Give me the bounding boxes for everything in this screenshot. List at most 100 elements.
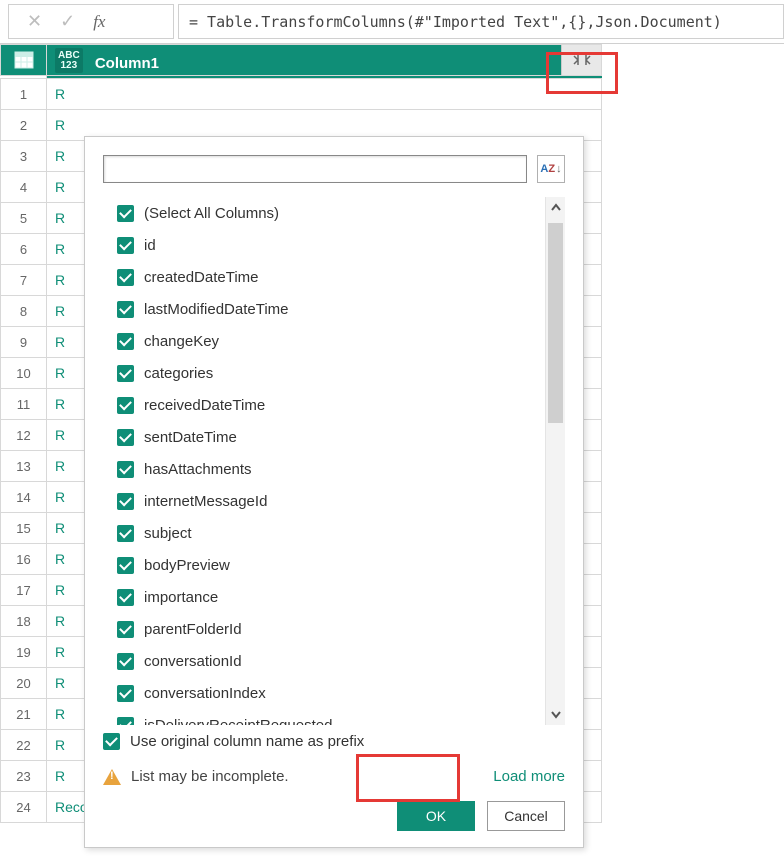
column-option[interactable]: isDeliveryReceiptRequested xyxy=(117,709,545,725)
row-number[interactable]: 3 xyxy=(1,141,47,172)
use-prefix-checkbox[interactable] xyxy=(103,733,120,750)
ok-button[interactable]: OK xyxy=(397,801,475,831)
column-option[interactable]: conversationIndex xyxy=(117,677,545,709)
column-option-checkbox[interactable] xyxy=(117,685,134,702)
scroll-thumb[interactable] xyxy=(548,223,563,423)
column-option[interactable]: lastModifiedDateTime xyxy=(117,293,545,325)
column-option-label: bodyPreview xyxy=(144,557,230,574)
column-option[interactable]: importance xyxy=(117,581,545,613)
warning-icon xyxy=(103,769,121,785)
column-option[interactable]: createdDateTime xyxy=(117,261,545,293)
column-option[interactable]: subject xyxy=(117,517,545,549)
column-option-label: hasAttachments xyxy=(144,461,252,478)
row-number[interactable]: 19 xyxy=(1,637,47,668)
column-option-label: importance xyxy=(144,589,218,606)
cancel-formula-icon[interactable]: ✕ xyxy=(27,11,42,32)
column-option-checkbox[interactable] xyxy=(117,493,134,510)
column-option-checkbox[interactable] xyxy=(117,333,134,350)
column-option[interactable]: receivedDateTime xyxy=(117,389,545,421)
column-option-checkbox[interactable] xyxy=(117,557,134,574)
column-option-label: receivedDateTime xyxy=(144,397,265,414)
column-option-label: sentDateTime xyxy=(144,429,237,446)
column-option-label: internetMessageId xyxy=(144,493,267,510)
row-number[interactable]: 17 xyxy=(1,575,47,606)
row-number[interactable]: 16 xyxy=(1,544,47,575)
row-number[interactable]: 4 xyxy=(1,172,47,203)
column-list[interactable]: (Select All Columns)id createdDateTime las… xyxy=(103,197,545,725)
column-option[interactable]: bodyPreview xyxy=(117,549,545,581)
row-number[interactable]: 23 xyxy=(1,761,47,792)
row-number[interactable]: 8 xyxy=(1,296,47,327)
column-option-checkbox[interactable] xyxy=(117,525,134,542)
column-option[interactable]: hasAttachments xyxy=(117,453,545,485)
cell-value[interactable]: R xyxy=(47,79,602,110)
warning-text: List may be incomplete. xyxy=(131,768,289,785)
load-more-link[interactable]: Load more xyxy=(493,768,565,785)
column-option-label: parentFolderId xyxy=(144,621,242,638)
column-option-checkbox[interactable] xyxy=(117,461,134,478)
column-option-label: conversationId xyxy=(144,653,242,670)
row-number[interactable]: 5 xyxy=(1,203,47,234)
column-option-label: changeKey xyxy=(144,333,219,350)
use-prefix-row: Use original column name as prefix xyxy=(103,733,565,750)
scroll-down-icon[interactable] xyxy=(546,703,565,725)
row-number[interactable]: 22 xyxy=(1,730,47,761)
column-option-label: categories xyxy=(144,365,213,382)
column-option-label: createdDateTime xyxy=(144,269,259,286)
column-option-checkbox[interactable] xyxy=(117,717,134,726)
row-number[interactable]: 2 xyxy=(1,110,47,141)
row-number[interactable]: 6 xyxy=(1,234,47,265)
column-option[interactable]: id xyxy=(117,229,545,261)
warning-row: List may be incomplete. Load more xyxy=(103,768,565,785)
data-grid: ABC123 Column1 1R2R3R4R5R6R7R8R9R10R11R1… xyxy=(0,44,784,823)
column-list-scrollbar[interactable] xyxy=(545,197,565,725)
confirm-formula-icon[interactable]: ✓ xyxy=(60,11,75,32)
column-option[interactable]: sentDateTime xyxy=(117,421,545,453)
select-all-corner[interactable] xyxy=(1,45,47,76)
row-number[interactable]: 14 xyxy=(1,482,47,513)
column-option-checkbox[interactable] xyxy=(117,205,134,222)
row-number[interactable]: 7 xyxy=(1,265,47,296)
column-option[interactable]: parentFolderId xyxy=(117,613,545,645)
column-option[interactable]: conversationId xyxy=(117,645,545,677)
column-header-label: Column1 xyxy=(95,55,159,72)
column-search-input[interactable] xyxy=(103,155,527,183)
row-number[interactable]: 18 xyxy=(1,606,47,637)
cancel-button[interactable]: Cancel xyxy=(487,801,565,831)
row-number[interactable]: 9 xyxy=(1,327,47,358)
column-option-checkbox[interactable] xyxy=(117,653,134,670)
column-option[interactable]: internetMessageId xyxy=(117,485,545,517)
fx-icon: fx xyxy=(93,12,105,32)
row-number[interactable]: 13 xyxy=(1,451,47,482)
column-option-label: conversationIndex xyxy=(144,685,266,702)
column-option[interactable]: (Select All Columns) xyxy=(117,197,545,229)
scroll-up-icon[interactable] xyxy=(546,197,565,219)
row-number[interactable]: 12 xyxy=(1,420,47,451)
column-option-checkbox[interactable] xyxy=(117,397,134,414)
column-option-checkbox[interactable] xyxy=(117,365,134,382)
expand-columns-icon xyxy=(572,53,592,67)
row-number[interactable]: 20 xyxy=(1,668,47,699)
row-number[interactable]: 15 xyxy=(1,513,47,544)
formula-input[interactable]: = Table.TransformColumns(#"Imported Text… xyxy=(178,4,784,39)
column-option[interactable]: categories xyxy=(117,357,545,389)
column-option-label: subject xyxy=(144,525,192,542)
column-option-checkbox[interactable] xyxy=(117,269,134,286)
column-header-column1[interactable]: ABC123 Column1 xyxy=(47,45,602,76)
column-option-label: lastModifiedDateTime xyxy=(144,301,289,318)
column-option[interactable]: changeKey xyxy=(117,325,545,357)
row-number[interactable]: 11 xyxy=(1,389,47,420)
column-option-checkbox[interactable] xyxy=(117,429,134,446)
column-option-checkbox[interactable] xyxy=(117,237,134,254)
column-option-checkbox[interactable] xyxy=(117,301,134,318)
expand-column-button[interactable] xyxy=(561,45,601,75)
row-number[interactable]: 10 xyxy=(1,358,47,389)
row-number[interactable]: 24 xyxy=(1,792,47,823)
column-option-checkbox[interactable] xyxy=(117,589,134,606)
row-number[interactable]: 1 xyxy=(1,79,47,110)
column-option-label: isDeliveryReceiptRequested xyxy=(144,717,332,726)
sort-columns-button[interactable]: AZ↓ xyxy=(537,155,565,183)
use-prefix-label: Use original column name as prefix xyxy=(130,733,364,750)
column-option-checkbox[interactable] xyxy=(117,621,134,638)
row-number[interactable]: 21 xyxy=(1,699,47,730)
